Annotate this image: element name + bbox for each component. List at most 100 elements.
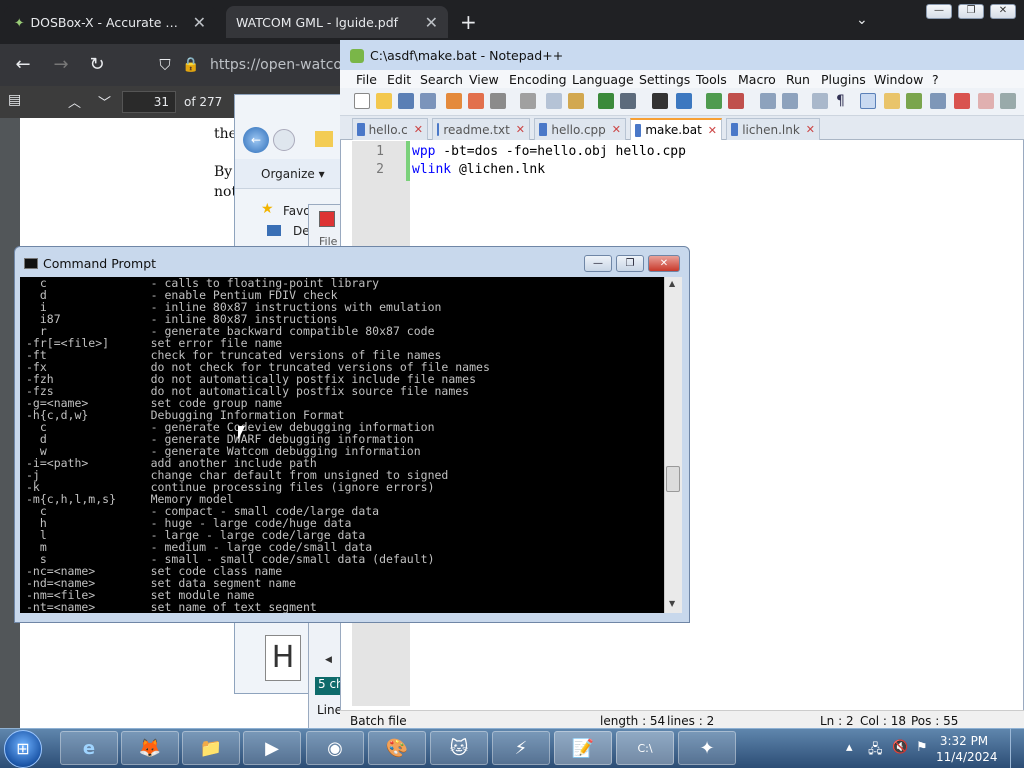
tab-hello-cpp[interactable]: hello.cpp ✕ bbox=[534, 118, 626, 140]
show-all-characters-icon[interactable]: ¶ bbox=[836, 93, 852, 109]
sidebar-toggle-icon[interactable]: ▤ bbox=[8, 92, 21, 108]
close-tab-icon[interactable]: ✕ bbox=[414, 123, 423, 136]
page-number-input[interactable]: 31 bbox=[122, 91, 176, 113]
favorites-item[interactable]: Favo bbox=[283, 204, 311, 218]
tab-readme-txt[interactable]: readme.txt ✕ bbox=[432, 118, 530, 140]
save-all-icon[interactable] bbox=[420, 93, 436, 109]
scratch-icon[interactable]: 🐱 bbox=[430, 731, 488, 765]
network-icon[interactable]: 🖧 bbox=[868, 740, 883, 762]
sync-vertical-icon[interactable] bbox=[760, 93, 776, 109]
replace-icon[interactable] bbox=[676, 93, 692, 109]
menu-tools[interactable]: Tools bbox=[696, 72, 727, 87]
close-button[interactable]: ✕ bbox=[990, 4, 1016, 19]
close-tab-icon[interactable]: ✕ bbox=[708, 124, 717, 137]
cmd-minimize-button[interactable]: — bbox=[584, 255, 612, 272]
menu-search[interactable]: Search bbox=[420, 72, 463, 87]
tab-hello-c[interactable]: hello.c ✕ bbox=[352, 118, 428, 140]
open-folder-icon[interactable] bbox=[376, 93, 392, 109]
lock-icon[interactable]: 🔒 bbox=[180, 54, 202, 76]
maximize-button[interactable]: ❐ bbox=[958, 4, 984, 19]
reload-icon[interactable]: ↻ bbox=[86, 54, 108, 76]
back-arrow-icon[interactable]: ← bbox=[12, 54, 34, 76]
volume-icon[interactable]: 🔇 bbox=[892, 740, 908, 755]
close-tab-icon[interactable]: ✕ bbox=[193, 13, 206, 32]
winrar-icon[interactable]: ⚡ bbox=[492, 731, 550, 765]
menu-file[interactable]: File bbox=[356, 72, 377, 87]
paste-icon[interactable] bbox=[568, 93, 584, 109]
chevron-up-icon[interactable]: ︿ bbox=[68, 92, 81, 111]
close-file-icon[interactable] bbox=[446, 93, 462, 109]
close-tab-icon[interactable]: ✕ bbox=[806, 123, 815, 136]
minimize-button[interactable]: — bbox=[926, 4, 952, 19]
dosbox-taskbar-icon[interactable]: ✦ bbox=[678, 731, 736, 765]
code-line[interactable]: wpp -bt=dos -fo=hello.obj hello.cpp bbox=[412, 144, 686, 159]
cmd-close-button[interactable]: ✕ bbox=[648, 255, 680, 272]
indent-guide-icon[interactable] bbox=[860, 93, 876, 109]
cmd-maximize-button[interactable]: ❐ bbox=[616, 255, 644, 272]
file-explorer-icon[interactable]: 📁 bbox=[182, 731, 240, 765]
notepadpp-taskbar-icon[interactable]: 📝 bbox=[554, 731, 612, 765]
zoom-in-icon[interactable] bbox=[706, 93, 722, 109]
organize-button[interactable]: Organize ▾ bbox=[261, 167, 325, 181]
show-desktop-button[interactable] bbox=[1010, 728, 1024, 768]
browser-tab-watcom[interactable]: WATCOM GML - lguide.pdf ✕ bbox=[226, 6, 448, 38]
new-tab-button[interactable]: + bbox=[460, 10, 477, 34]
show-hidden-icons-icon[interactable]: ▴ bbox=[846, 740, 853, 755]
save-icon[interactable] bbox=[398, 93, 414, 109]
chevron-down-icon[interactable]: ﹀ bbox=[98, 92, 111, 111]
close-tab-icon[interactable]: ✕ bbox=[425, 13, 438, 32]
address-bar[interactable]: https://open-watcom bbox=[210, 57, 356, 73]
scroll-left-icon[interactable]: ◀ bbox=[325, 655, 332, 665]
copy-icon[interactable] bbox=[546, 93, 562, 109]
browser-tab-dosbox[interactable]: ✦ DOSBox-X - Accurate DOS emu ✕ bbox=[4, 6, 216, 38]
doc-map-icon[interactable] bbox=[906, 93, 922, 109]
menu-macro[interactable]: Macro bbox=[738, 72, 776, 87]
action-center-flag-icon[interactable]: ⚑ bbox=[916, 740, 928, 755]
monitoring-icon[interactable] bbox=[978, 93, 994, 109]
menu-window[interactable]: Window bbox=[874, 72, 923, 87]
user-language-icon[interactable] bbox=[884, 93, 900, 109]
forward-arrow-icon[interactable] bbox=[273, 129, 295, 151]
paint-icon[interactable]: 🎨 bbox=[368, 731, 426, 765]
scroll-down-icon[interactable]: ▼ bbox=[669, 599, 675, 608]
edge-icon[interactable]: ◉ bbox=[306, 731, 364, 765]
media-player-icon[interactable]: ▶ bbox=[243, 731, 301, 765]
menu-view[interactable]: View bbox=[469, 72, 499, 87]
print-icon[interactable] bbox=[490, 93, 506, 109]
cut-icon[interactable] bbox=[520, 93, 536, 109]
close-tab-icon[interactable]: ✕ bbox=[516, 123, 525, 136]
shield-icon[interactable]: ⛉ bbox=[154, 54, 176, 76]
system-clock[interactable]: 3:32 PM 11/4/2024 bbox=[936, 733, 998, 765]
vertical-scrollbar[interactable]: ▲ ▼ bbox=[664, 277, 682, 613]
code-line[interactable]: wlink @lichen.lnk bbox=[412, 162, 545, 177]
forward-arrow-icon[interactable]: → bbox=[50, 54, 72, 76]
internet-explorer-icon[interactable]: e bbox=[60, 731, 118, 765]
folder-as-workspace-icon[interactable] bbox=[954, 93, 970, 109]
scroll-up-icon[interactable]: ▲ bbox=[669, 279, 675, 288]
menu-help[interactable]: ? bbox=[932, 72, 939, 87]
menu-plugins[interactable]: Plugins bbox=[821, 72, 866, 87]
tab-list-chevron-icon[interactable]: ⌄ bbox=[856, 12, 868, 28]
tab-lichen-lnk[interactable]: lichen.lnk ✕ bbox=[726, 118, 820, 140]
redo-icon[interactable] bbox=[620, 93, 636, 109]
close-all-icon[interactable] bbox=[468, 93, 484, 109]
menu-run[interactable]: Run bbox=[786, 72, 810, 87]
menu-encoding[interactable]: Encoding bbox=[509, 72, 567, 87]
zoom-out-icon[interactable] bbox=[728, 93, 744, 109]
record-macro-icon[interactable] bbox=[1000, 93, 1016, 109]
command-prompt-taskbar-icon[interactable]: C:\ bbox=[616, 731, 674, 765]
sync-horizontal-icon[interactable] bbox=[782, 93, 798, 109]
undo-icon[interactable] bbox=[598, 93, 614, 109]
console-output[interactable]: c - calls to floating-point library d - … bbox=[20, 277, 664, 613]
menu-settings[interactable]: Settings bbox=[639, 72, 690, 87]
new-file-icon[interactable] bbox=[354, 93, 370, 109]
find-icon[interactable] bbox=[652, 93, 668, 109]
back-arrow-icon[interactable]: ← bbox=[243, 127, 269, 153]
document-icon[interactable]: H bbox=[265, 635, 301, 681]
menu-edit[interactable]: Edit bbox=[387, 72, 411, 87]
menu-language[interactable]: Language bbox=[572, 72, 634, 87]
scrollbar-thumb[interactable] bbox=[666, 466, 680, 492]
firefox-icon[interactable]: 🦊 bbox=[121, 731, 179, 765]
function-list-icon[interactable] bbox=[930, 93, 946, 109]
word-wrap-icon[interactable] bbox=[812, 93, 828, 109]
